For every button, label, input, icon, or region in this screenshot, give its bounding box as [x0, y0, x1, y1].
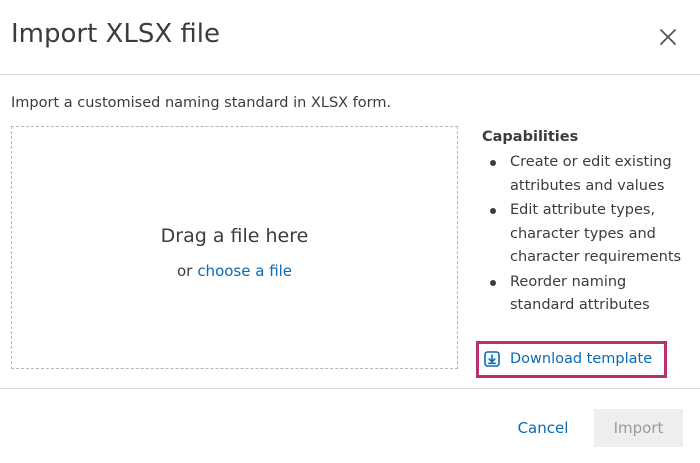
import-button[interactable]: Import	[594, 409, 683, 447]
dropzone-primary-text: Drag a file here	[160, 225, 309, 247]
capability-item: Reorder naming standard attributes	[482, 271, 692, 318]
download-icon	[484, 351, 500, 367]
download-template-link[interactable]: Download template	[484, 348, 652, 370]
cancel-button[interactable]: Cancel	[505, 409, 581, 447]
capability-item: Create or edit existing attributes and v…	[482, 151, 692, 198]
choose-file-link[interactable]: choose a file	[197, 262, 292, 280]
download-template-label: Download template	[510, 351, 653, 367]
close-icon[interactable]	[656, 25, 680, 49]
dialog-footer: Cancel Import	[0, 388, 700, 463]
capabilities-panel: Capabilities Create or edit existing att…	[482, 127, 692, 319]
dialog-header: Import XLSX file	[0, 0, 700, 75]
or-text: or	[176, 262, 193, 280]
dialog-title: Import XLSX file	[11, 19, 221, 49]
capability-item: Edit attribute types, character types an…	[482, 199, 692, 270]
file-dropzone[interactable]: Drag a file here or choose a file	[11, 126, 458, 369]
dropzone-choose-line: or choose a file	[12, 261, 457, 281]
intro-text: Import a customised naming standard in X…	[11, 95, 392, 111]
import-dialog: Import XLSX file Import a customised nam…	[0, 0, 700, 462]
capabilities-title: Capabilities	[482, 129, 579, 145]
capabilities-list: Create or edit existing attributes and v…	[482, 151, 692, 318]
